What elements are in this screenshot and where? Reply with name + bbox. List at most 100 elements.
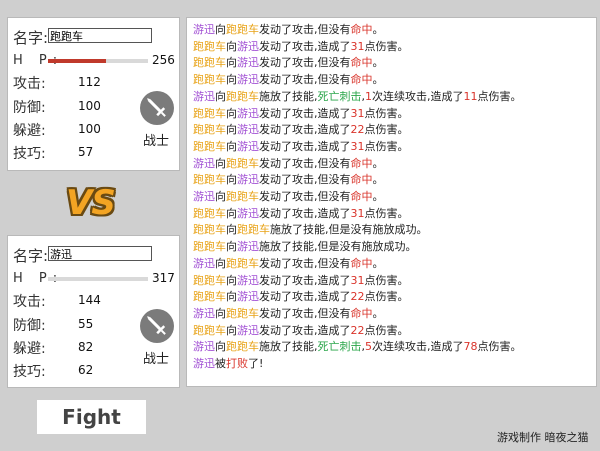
log-segment: 跑跑车 (193, 206, 226, 220)
dodge-label: 躲避: (13, 123, 46, 139)
log-segment: 跑跑车 (226, 256, 259, 270)
log-segment: 向 (226, 290, 237, 304)
fighter2-hp-value: 317 (152, 271, 175, 285)
log-segment: 了! (248, 357, 264, 371)
log-segment: 命中 (350, 190, 373, 204)
fighter1-skill-value: 57 (78, 145, 94, 159)
skill-label: 技巧: (13, 364, 46, 380)
fighter1-panel: 名字: H P: 256 攻击: 112 防御: 100 躲避: 100 技巧:… (7, 17, 180, 171)
log-segment: 1 (365, 89, 372, 103)
log-segment: 向 (226, 139, 237, 153)
log-segment: 向 (215, 23, 226, 36)
fighter2-dodge-value: 82 (78, 340, 94, 354)
fighter1-class-label: 战士 (143, 134, 170, 149)
log-segment: 游迅 (193, 190, 215, 204)
log-segment: 施放了技能,但是没有施放成功。 (270, 223, 428, 237)
log-segment: 次连续攻击,造成了 (372, 89, 464, 103)
fighter1-name-input[interactable] (48, 28, 152, 43)
log-segment: 发动了攻击,造成了 (259, 323, 351, 337)
log-segment: 向 (215, 89, 226, 103)
log-segment: 游迅 (193, 357, 215, 371)
log-segment: 游迅 (237, 290, 259, 304)
log-segment: 向 (226, 206, 237, 220)
log-segment: 游迅 (193, 156, 215, 170)
defense-label: 防御: (13, 318, 46, 334)
log-segment: 死亡刺击 (317, 340, 362, 354)
defense-label: 防御: (13, 100, 46, 116)
log-segment: 点伤害。 (364, 39, 409, 53)
log-segment: 向 (226, 123, 237, 137)
log-line: 跑跑车向游迅发动了攻击,但没有命中。 (193, 72, 590, 89)
battle-log: 游迅向跑跑车发动了攻击,但没有命中。 跑跑车向游迅发动了攻击,造成了31点伤害。跑… (186, 17, 597, 387)
log-line: 跑跑车向游迅施放了技能,但是没有施放成功。 (193, 239, 590, 256)
log-segment: 游迅 (237, 273, 259, 287)
log-segment: 发动了攻击,但没有 (259, 73, 351, 87)
log-segment: 发动了攻击,但没有 (259, 190, 351, 204)
fighter1-hp-fill (48, 59, 106, 63)
log-segment: 向 (215, 306, 226, 320)
log-segment: 施放了技能,但是没有施放成功。 (259, 240, 417, 254)
log-segment: 游迅 (237, 173, 259, 187)
fighter1-defense-value: 100 (78, 99, 101, 113)
log-segment: 点伤害。 (364, 273, 409, 287)
log-line: 跑跑车向游迅发动了攻击,造成了31点伤害。 (193, 39, 590, 56)
log-segment: 施放了技能, (259, 89, 318, 103)
log-segment: 向 (226, 323, 237, 337)
log-segment: 向 (226, 56, 237, 70)
log-segment: 命中 (350, 23, 373, 36)
fighter2-name-input[interactable] (48, 246, 152, 261)
log-line: 游迅向跑跑车发动了攻击,但没有命中。 (193, 189, 590, 206)
log-segment: 命中 (350, 306, 373, 320)
log-segment: 点伤害。 (477, 340, 522, 354)
log-line: 游迅向跑跑车发动了攻击,但没有命中。 (193, 156, 590, 173)
log-segment: 向 (226, 273, 237, 287)
log-segment: 。 (372, 56, 384, 70)
log-segment: 游迅 (237, 106, 259, 120)
log-segment: 跑跑车 (193, 73, 226, 87)
log-segment: 11 (463, 89, 478, 103)
log-segment: 命中 (350, 173, 373, 187)
log-segment: 次连续攻击,造成了 (372, 340, 464, 354)
log-segment: 游迅 (237, 206, 259, 220)
name-label: 名字: (13, 29, 49, 47)
log-segment: 。 (372, 173, 384, 187)
fighter1-dodge-value: 100 (78, 122, 101, 136)
log-segment: 命中 (350, 56, 373, 70)
log-segment: 。 (372, 73, 384, 87)
log-segment: 向 (215, 190, 226, 204)
log-segment: 点伤害。 (364, 206, 409, 220)
log-segment: 发动了攻击,但没有 (259, 173, 351, 187)
log-line: 游迅向跑跑车发动了攻击,但没有命中。 (193, 22, 590, 39)
log-segment: 22 (350, 290, 365, 304)
log-segment: 发动了攻击,但没有 (259, 23, 351, 36)
log-line: 游迅向跑跑车发动了攻击,但没有命中。 (193, 306, 590, 323)
log-segment: 跑跑车 (193, 323, 226, 337)
log-line: 游迅向跑跑车发动了攻击,但没有命中。 (193, 256, 590, 273)
skill-label: 技巧: (13, 146, 46, 162)
log-segment: 向 (215, 340, 226, 354)
log-segment: 命中 (350, 256, 373, 270)
log-segment: 游迅 (193, 89, 215, 103)
log-line: 游迅向跑跑车施放了技能,死亡刺击,1次连续攻击,造成了11点伤害。 (193, 89, 590, 106)
fighter2-skill-value: 62 (78, 363, 94, 377)
log-segment: 游迅 (193, 306, 215, 320)
log-segment: 跑跑车 (226, 306, 259, 320)
log-segment: 向 (226, 240, 237, 254)
log-segment: 22 (350, 123, 365, 137)
log-segment: 向 (215, 256, 226, 270)
log-segment: 跑跑车 (226, 23, 259, 36)
fighter1-hp-value: 256 (152, 53, 175, 67)
log-segment: 游迅 (193, 340, 215, 354)
log-segment: 游迅 (237, 56, 259, 70)
log-segment: 。 (372, 23, 384, 36)
log-segment: 游迅 (237, 323, 259, 337)
log-segment: 31 (350, 139, 365, 153)
log-segment: 点伤害。 (364, 290, 409, 304)
log-segment: 游迅 (237, 240, 259, 254)
log-line: 跑跑车向游迅发动了攻击,造成了31点伤害。 (193, 139, 590, 156)
log-line: 跑跑车向游迅发动了攻击,造成了22点伤害。 (193, 122, 590, 139)
fight-button[interactable]: Fight (37, 400, 146, 434)
log-segment: 点伤害。 (364, 139, 409, 153)
fighter2-attack-value: 144 (78, 293, 101, 307)
log-segment: 31 (350, 273, 365, 287)
